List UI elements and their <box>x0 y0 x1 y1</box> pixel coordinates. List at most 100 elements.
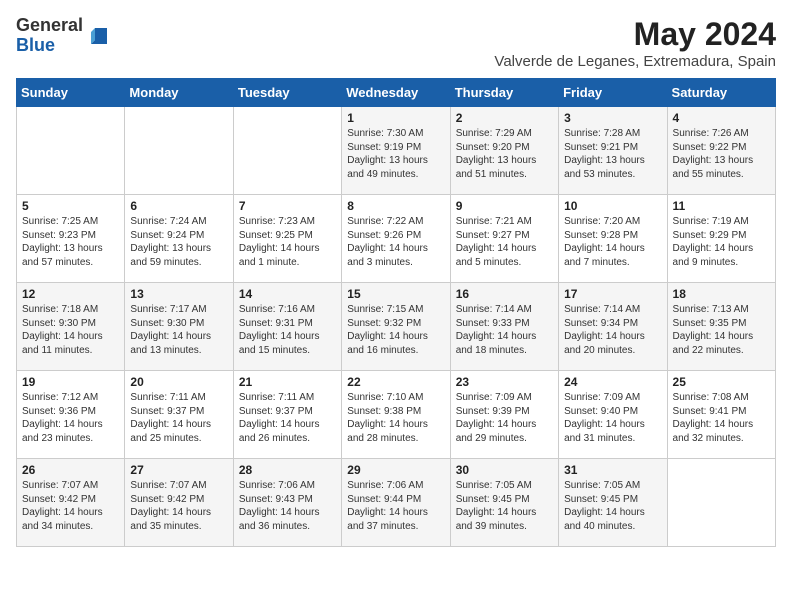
day-detail: Sunrise: 7:10 AM Sunset: 9:38 PM Dayligh… <box>347 391 444 445</box>
calendar-cell: 15 Sunrise: 7:15 AM Sunset: 9:32 PM Dayli… <box>342 283 450 371</box>
day-detail: Sunrise: 7:05 AM Sunset: 9:45 PM Dayligh… <box>564 479 661 533</box>
calendar-cell: 14 Sunrise: 7:16 AM Sunset: 9:31 PM Dayli… <box>233 283 341 371</box>
header-tuesday: Tuesday <box>233 79 341 107</box>
week-row-4: 19 Sunrise: 7:12 AM Sunset: 9:36 PM Dayli… <box>17 371 776 459</box>
logo-general: General <box>16 16 83 36</box>
day-number: 29 <box>347 463 444 477</box>
calendar-cell: 30Sunrise: 7:05 AM Sunset: 9:45 PM Dayli… <box>450 459 558 547</box>
day-detail: Sunrise: 7:14 AM Sunset: 9:34 PM Dayligh… <box>564 303 661 357</box>
day-detail: Sunrise: 7:17 AM Sunset: 9:30 PM Dayligh… <box>130 303 227 357</box>
day-number: 3 <box>564 111 661 125</box>
day-number: 15 <box>347 287 444 301</box>
day-number: 31 <box>564 463 661 477</box>
week-row-3: 12Sunrise: 7:18 AM Sunset: 9:30 PM Dayli… <box>17 283 776 371</box>
day-number: 27 <box>130 463 227 477</box>
day-number: 9 <box>456 199 553 213</box>
day-number: 8 <box>347 199 444 213</box>
calendar-cell: 4 Sunrise: 7:26 AM Sunset: 9:22 PM Daylig… <box>667 107 775 195</box>
logo: General Blue <box>16 16 111 56</box>
day-detail: Sunrise: 7:09 AM Sunset: 9:40 PM Dayligh… <box>564 391 661 445</box>
day-detail: Sunrise: 7:25 AM Sunset: 9:23 PM Dayligh… <box>22 215 119 269</box>
day-detail: Sunrise: 7:14 AM Sunset: 9:33 PM Dayligh… <box>456 303 553 357</box>
day-number: 28 <box>239 463 336 477</box>
day-detail: Sunrise: 7:15 AM Sunset: 9:32 PM Dayligh… <box>347 303 444 357</box>
week-row-2: 5 Sunrise: 7:25 AM Sunset: 9:23 PM Daylig… <box>17 195 776 283</box>
day-detail: Sunrise: 7:26 AM Sunset: 9:22 PM Dayligh… <box>673 127 770 181</box>
day-number: 11 <box>673 199 770 213</box>
day-detail: Sunrise: 7:22 AM Sunset: 9:26 PM Dayligh… <box>347 215 444 269</box>
calendar-cell <box>667 459 775 547</box>
calendar-cell: 5 Sunrise: 7:25 AM Sunset: 9:23 PM Daylig… <box>17 195 125 283</box>
calendar-cell: 24 Sunrise: 7:09 AM Sunset: 9:40 PM Dayli… <box>559 371 667 459</box>
calendar-cell: 10 Sunrise: 7:20 AM Sunset: 9:28 PM Dayli… <box>559 195 667 283</box>
calendar-cell: 1 Sunrise: 7:30 AM Sunset: 9:19 PM Daylig… <box>342 107 450 195</box>
calendar-cell: 13 Sunrise: 7:17 AM Sunset: 9:30 PM Dayli… <box>125 283 233 371</box>
calendar-cell: 16 Sunrise: 7:14 AM Sunset: 9:33 PM Dayli… <box>450 283 558 371</box>
day-detail: Sunrise: 7:09 AM Sunset: 9:39 PM Dayligh… <box>456 391 553 445</box>
day-number: 18 <box>673 287 770 301</box>
calendar-cell: 27Sunrise: 7:07 AM Sunset: 9:42 PM Dayli… <box>125 459 233 547</box>
week-row-5: 26 Sunrise: 7:07 AM Sunset: 9:42 PM Dayli… <box>17 459 776 547</box>
calendar-cell: 26 Sunrise: 7:07 AM Sunset: 9:42 PM Dayli… <box>17 459 125 547</box>
calendar-table: SundayMondayTuesdayWednesdayThursdayFrid… <box>16 78 776 547</box>
day-number: 24 <box>564 375 661 389</box>
day-number: 19 <box>22 375 119 389</box>
day-number: 1 <box>347 111 444 125</box>
day-detail: Sunrise: 7:30 AM Sunset: 9:19 PM Dayligh… <box>347 127 444 181</box>
header-friday: Friday <box>559 79 667 107</box>
calendar-cell <box>233 107 341 195</box>
calendar-cell: 19 Sunrise: 7:12 AM Sunset: 9:36 PM Dayli… <box>17 371 125 459</box>
calendar-cell: 3 Sunrise: 7:28 AM Sunset: 9:21 PM Daylig… <box>559 107 667 195</box>
calendar-cell: 20 Sunrise: 7:11 AM Sunset: 9:37 PM Dayli… <box>125 371 233 459</box>
day-detail: Sunrise: 7:06 AM Sunset: 9:44 PM Dayligh… <box>347 479 444 533</box>
calendar-cell: 31 Sunrise: 7:05 AM Sunset: 9:45 PM Dayli… <box>559 459 667 547</box>
day-detail: Sunrise: 7:13 AM Sunset: 9:35 PM Dayligh… <box>673 303 770 357</box>
calendar-cell <box>17 107 125 195</box>
day-detail: Sunrise: 7:07 AM Sunset: 9:42 PM Dayligh… <box>22 479 119 533</box>
calendar-cell: 7Sunrise: 7:23 AM Sunset: 9:25 PM Daylig… <box>233 195 341 283</box>
title-block: May 2024 Valverde de Leganes, Extremadur… <box>494 16 776 70</box>
calendar-cell: 2 Sunrise: 7:29 AM Sunset: 9:20 PM Daylig… <box>450 107 558 195</box>
calendar-cell: 11 Sunrise: 7:19 AM Sunset: 9:29 PM Dayli… <box>667 195 775 283</box>
month-year-title: May 2024 <box>494 16 776 53</box>
day-number: 2 <box>456 111 553 125</box>
day-number: 4 <box>673 111 770 125</box>
day-detail: Sunrise: 7:24 AM Sunset: 9:24 PM Dayligh… <box>130 215 227 269</box>
day-number: 17 <box>564 287 661 301</box>
day-number: 16 <box>456 287 553 301</box>
day-detail: Sunrise: 7:20 AM Sunset: 9:28 PM Dayligh… <box>564 215 661 269</box>
day-number: 10 <box>564 199 661 213</box>
day-number: 26 <box>22 463 119 477</box>
day-detail: Sunrise: 7:12 AM Sunset: 9:36 PM Dayligh… <box>22 391 119 445</box>
calendar-cell: 29 Sunrise: 7:06 AM Sunset: 9:44 PM Dayli… <box>342 459 450 547</box>
header-monday: Monday <box>125 79 233 107</box>
day-number: 13 <box>130 287 227 301</box>
day-number: 6 <box>130 199 227 213</box>
logo-icon <box>87 24 111 48</box>
day-detail: Sunrise: 7:16 AM Sunset: 9:31 PM Dayligh… <box>239 303 336 357</box>
day-detail: Sunrise: 7:28 AM Sunset: 9:21 PM Dayligh… <box>564 127 661 181</box>
location-subtitle: Valverde de Leganes, Extremadura, Spain <box>494 53 776 70</box>
day-number: 30 <box>456 463 553 477</box>
day-detail: Sunrise: 7:11 AM Sunset: 9:37 PM Dayligh… <box>130 391 227 445</box>
calendar-cell: 9Sunrise: 7:21 AM Sunset: 9:27 PM Daylig… <box>450 195 558 283</box>
calendar-cell: 12Sunrise: 7:18 AM Sunset: 9:30 PM Dayli… <box>17 283 125 371</box>
day-number: 25 <box>673 375 770 389</box>
header-sunday: Sunday <box>17 79 125 107</box>
day-number: 5 <box>22 199 119 213</box>
day-number: 23 <box>456 375 553 389</box>
day-number: 20 <box>130 375 227 389</box>
day-detail: Sunrise: 7:29 AM Sunset: 9:20 PM Dayligh… <box>456 127 553 181</box>
day-detail: Sunrise: 7:19 AM Sunset: 9:29 PM Dayligh… <box>673 215 770 269</box>
calendar-cell: 25 Sunrise: 7:08 AM Sunset: 9:41 PM Dayli… <box>667 371 775 459</box>
day-number: 21 <box>239 375 336 389</box>
day-detail: Sunrise: 7:06 AM Sunset: 9:43 PM Dayligh… <box>239 479 336 533</box>
day-detail: Sunrise: 7:08 AM Sunset: 9:41 PM Dayligh… <box>673 391 770 445</box>
day-number: 14 <box>239 287 336 301</box>
logo-blue: Blue <box>16 36 83 56</box>
calendar-cell: 8 Sunrise: 7:22 AM Sunset: 9:26 PM Daylig… <box>342 195 450 283</box>
calendar-cell: 17 Sunrise: 7:14 AM Sunset: 9:34 PM Dayli… <box>559 283 667 371</box>
day-detail: Sunrise: 7:18 AM Sunset: 9:30 PM Dayligh… <box>22 303 119 357</box>
week-row-1: 1 Sunrise: 7:30 AM Sunset: 9:19 PM Daylig… <box>17 107 776 195</box>
calendar-cell: 18 Sunrise: 7:13 AM Sunset: 9:35 PM Dayli… <box>667 283 775 371</box>
